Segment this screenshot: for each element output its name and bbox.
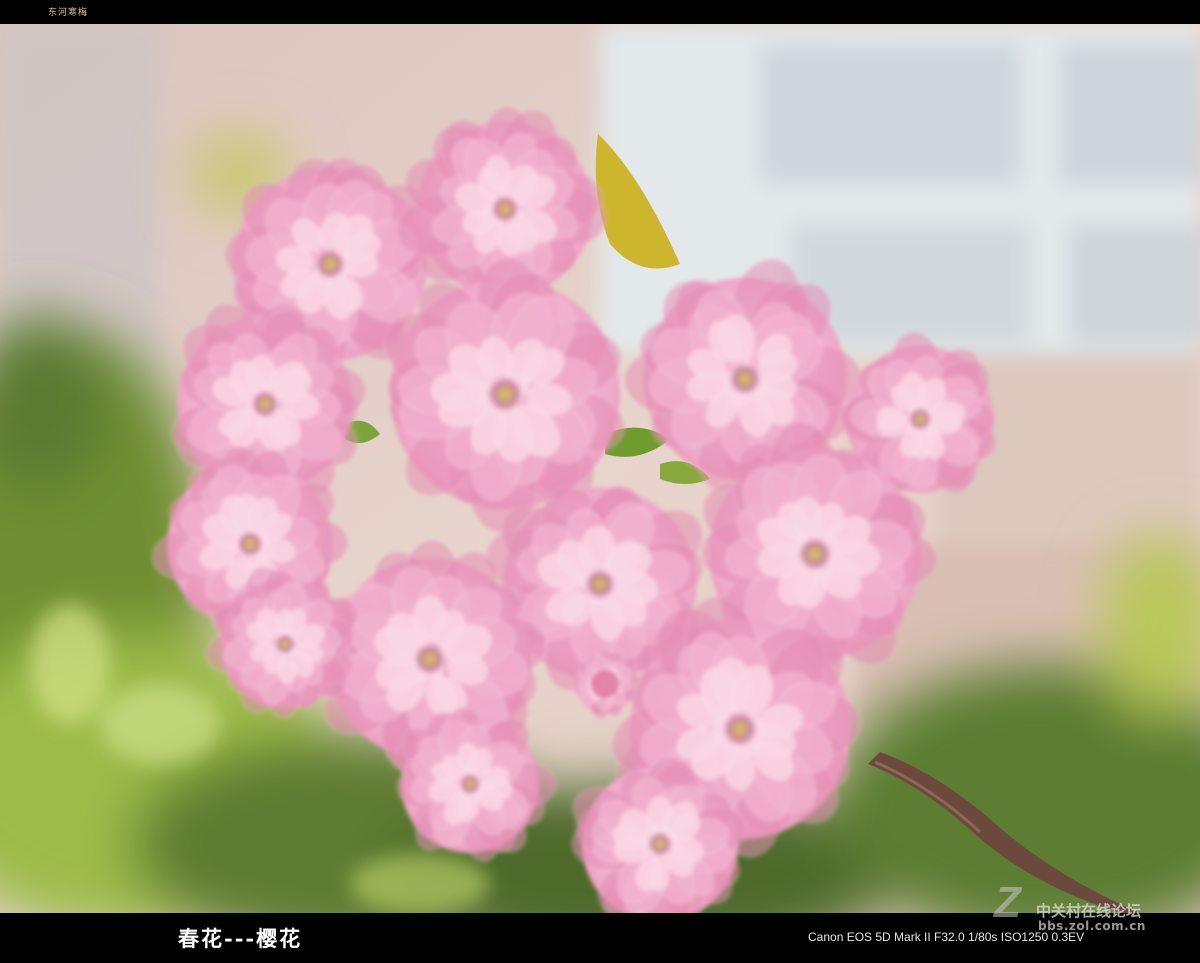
- cherry-blossom-photo: [0, 24, 1200, 913]
- photo-title: 春花---樱花: [178, 926, 303, 951]
- watermark-brand: 中关村在线论坛: [1036, 902, 1142, 920]
- author-signature: 东河寒梅: [48, 8, 89, 18]
- watermark-logo-icon: Z: [994, 878, 1021, 927]
- forum-watermark: Z 中关村在线论坛 bbs.zol.com.cn: [994, 878, 1194, 936]
- top-border-bar: 东河寒梅: [0, 0, 1200, 24]
- watermark-url: bbs.zol.com.cn: [1038, 919, 1146, 933]
